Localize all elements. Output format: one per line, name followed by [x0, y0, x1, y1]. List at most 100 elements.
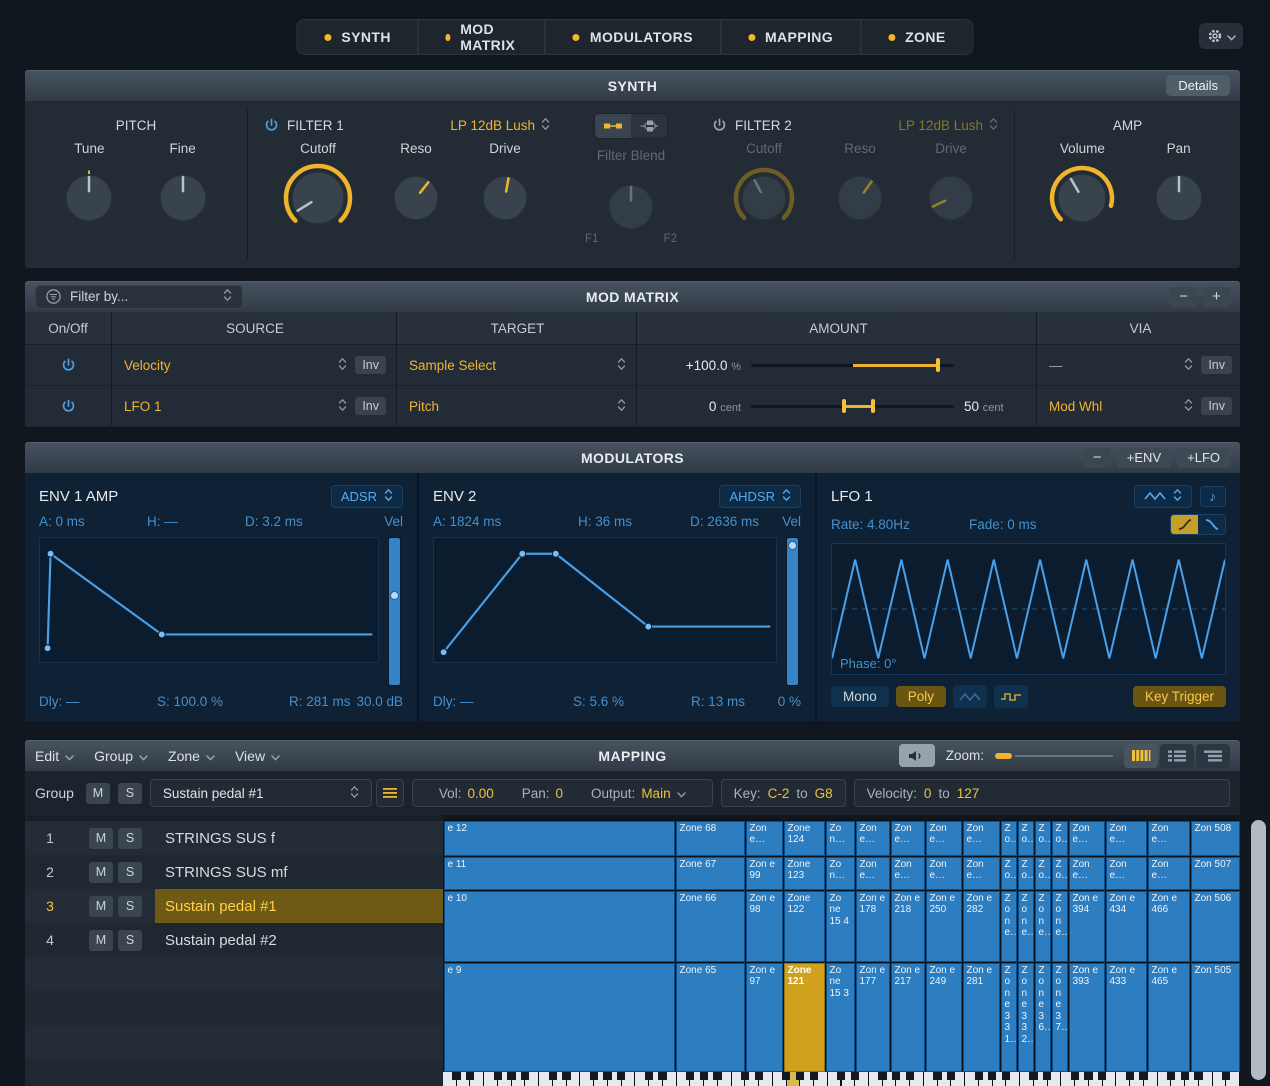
zone-cell[interactable]: Zon e 433	[1106, 963, 1147, 1072]
piano-key-black[interactable]	[755, 1072, 763, 1080]
zone-cell[interactable]: e 12	[444, 821, 675, 856]
piano-key-black[interactable]	[700, 1072, 708, 1080]
env2-delay[interactable]: Dly: —	[433, 694, 573, 709]
target-dropdown[interactable]: Sample Select	[409, 357, 626, 374]
zone-cell[interactable]: Zon e 434	[1106, 891, 1147, 962]
mono-button[interactable]: Mono	[831, 686, 889, 707]
view-menu[interactable]: View	[235, 748, 280, 764]
zone-cell[interactable]: Zone 65	[676, 963, 745, 1072]
env1-attack[interactable]: A: 0 ms	[39, 514, 147, 529]
filter1-cutoff-knob[interactable]	[281, 161, 355, 238]
source-dropdown[interactable]: Velocity	[124, 357, 347, 374]
group-key-range-box[interactable]: Key: C-2 to G8	[721, 779, 846, 807]
zone-cell[interactable]: Z o n e…	[1052, 891, 1068, 962]
row-mute-button[interactable]: M	[89, 862, 113, 883]
zone-cell[interactable]: Z o n e…	[1035, 891, 1051, 962]
filter2-drive-knob[interactable]	[923, 170, 979, 229]
group-row-selected[interactable]: 3 M S Sustain pedal #1	[25, 889, 443, 923]
group-row-empty[interactable]	[25, 991, 443, 1025]
piano-key-black[interactable]	[507, 1072, 515, 1080]
piano-key-black[interactable]	[549, 1072, 557, 1080]
source-dropdown[interactable]: LFO 1	[124, 398, 347, 415]
filter-parallel-button[interactable]	[631, 114, 667, 138]
env2-graph[interactable]	[433, 537, 777, 663]
zone-cell[interactable]: Zon e 394	[1069, 891, 1105, 962]
zone-cell[interactable]: Zone 122	[784, 891, 825, 962]
group-row-empty[interactable]	[25, 1025, 443, 1059]
zone-cell[interactable]: Zon e…	[891, 857, 925, 890]
row-mute-button[interactable]: M	[89, 828, 113, 849]
piano-keyboard[interactable]	[443, 1072, 1240, 1086]
zone-cell[interactable]: e 9	[444, 963, 675, 1072]
group-velocity-range-box[interactable]: Velocity: 0 to 127	[854, 779, 1230, 807]
row-power-button[interactable]	[61, 399, 76, 414]
fine-knob[interactable]	[154, 169, 212, 230]
piano-key-black[interactable]	[1181, 1072, 1189, 1080]
filter1-drive-knob[interactable]	[477, 170, 533, 229]
row-power-button[interactable]	[61, 358, 76, 373]
piano-key-black[interactable]	[466, 1072, 474, 1080]
tab-modulators[interactable]: MODULATORS	[545, 20, 720, 54]
env2-sustain[interactable]: S: 5.6 %	[573, 694, 691, 709]
piano-key-black[interactable]	[1002, 1072, 1010, 1080]
via-invert-button[interactable]: Inv	[1201, 397, 1232, 415]
piano-key-black[interactable]	[658, 1072, 666, 1080]
zone-cell[interactable]: Zon e…	[856, 857, 890, 890]
env2-vel-amount[interactable]: 0 %	[778, 694, 801, 709]
zone-cell[interactable]: e 11	[444, 857, 675, 890]
zone-cell[interactable]: Zon e 99	[746, 857, 783, 890]
tune-knob[interactable]	[60, 169, 118, 230]
piano-key-black[interactable]	[988, 1072, 996, 1080]
remove-modulation-button[interactable]: −	[1170, 287, 1197, 307]
amount-slider[interactable]	[751, 357, 954, 373]
tab-mod-matrix[interactable]: MOD MATRIX	[418, 20, 545, 54]
row-mute-button[interactable]: M	[89, 896, 113, 917]
fade-in-button[interactable]	[1171, 515, 1198, 534]
env2-mode-dropdown[interactable]: AHDSR	[719, 485, 801, 508]
view-keyboard-button[interactable]	[1124, 744, 1158, 768]
slider-handle[interactable]	[936, 358, 940, 372]
zone-cell[interactable]: Zon 505	[1191, 963, 1240, 1072]
piano-key-black[interactable]	[810, 1072, 818, 1080]
zone-cell[interactable]: Zon e 217	[891, 963, 925, 1072]
filter-by-dropdown[interactable]: Filter by...	[35, 285, 243, 309]
zone-cell[interactable]: Z o…	[1052, 821, 1068, 856]
via-dropdown[interactable]: Mod Whl	[1049, 398, 1193, 415]
zone-cell[interactable]: Zon e…	[1106, 857, 1147, 890]
settings-gear-button[interactable]	[1199, 23, 1243, 49]
filter1-type-dropdown[interactable]: LP 12dB Lush	[450, 117, 550, 134]
edit-menu[interactable]: Edit	[35, 748, 74, 764]
piano-key-black[interactable]	[645, 1072, 653, 1080]
filter1-reso-knob[interactable]	[388, 170, 444, 229]
filter2-power-button[interactable]	[712, 118, 727, 133]
piano-key-black[interactable]	[782, 1072, 790, 1080]
piano-key-black[interactable]	[892, 1072, 900, 1080]
zone-cell[interactable]: Zon e 98	[746, 891, 783, 962]
env1-velocity-slider[interactable]	[388, 537, 401, 686]
filter2-cutoff-knob[interactable]	[731, 165, 797, 234]
zone-cell[interactable]: Zon e 177	[856, 963, 890, 1072]
zone-cell[interactable]: Zon e…	[926, 821, 962, 856]
zone-cell[interactable]: Zo n…	[826, 857, 855, 890]
lfo-waveform-dropdown[interactable]	[1134, 485, 1192, 508]
zone-cell[interactable]: Z o n e…	[1018, 891, 1034, 962]
zone-cell[interactable]: Z o n e 3 3 2…	[1018, 963, 1034, 1072]
zone-cell[interactable]: Zo ne 15 4	[826, 891, 855, 962]
zone-cell[interactable]: Zo n…	[826, 821, 855, 856]
filter1-power-button[interactable]	[264, 118, 279, 133]
zone-cell[interactable]: Z o n e 3 7…	[1052, 963, 1068, 1072]
lfo-rate[interactable]: Rate: 4.80Hz	[831, 517, 969, 532]
group-action-menu-button[interactable]	[376, 779, 404, 807]
env1-hold[interactable]: H: —	[147, 514, 245, 529]
add-env-button[interactable]: +ENV	[1117, 448, 1171, 468]
group-menu[interactable]: Group	[94, 748, 148, 764]
group-mute-button[interactable]: M	[86, 783, 110, 804]
group-row-empty[interactable]	[25, 1059, 443, 1086]
env1-delay[interactable]: Dly: —	[39, 694, 157, 709]
zone-menu[interactable]: Zone	[168, 748, 215, 764]
zone-cell[interactable]: Z o…	[1001, 821, 1017, 856]
piano-key-black[interactable]	[741, 1072, 749, 1080]
row-solo-button[interactable]: S	[118, 896, 142, 917]
lfo-fade[interactable]: Fade: 0 ms	[969, 517, 1170, 532]
zone-cell[interactable]: Zon e 249	[926, 963, 962, 1072]
